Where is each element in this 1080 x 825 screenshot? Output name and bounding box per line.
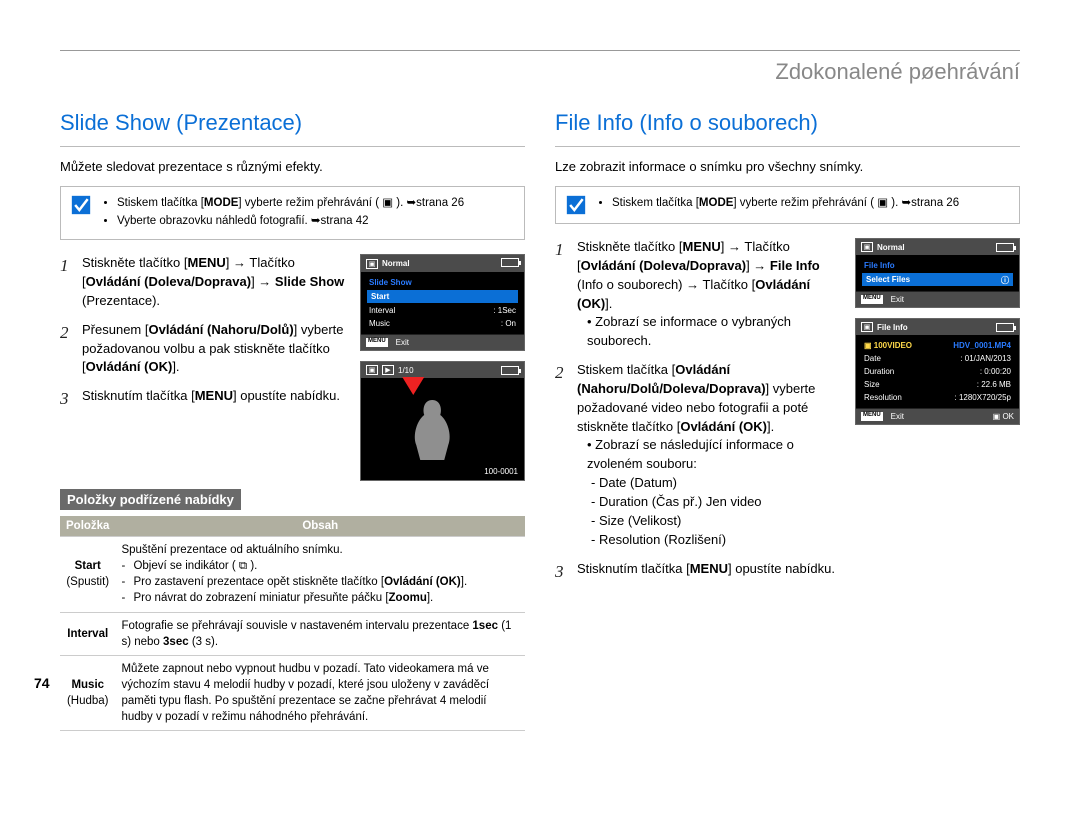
- battery-icon: [996, 323, 1014, 332]
- note-item: Vyberte obrazovku náhledů fotografií. ➥s…: [117, 213, 464, 229]
- step-number: 1: [60, 254, 69, 279]
- list-item: Size (Velikost): [591, 512, 843, 531]
- intro-text: Můžete sledovat prezentace s různými efe…: [60, 159, 525, 174]
- cam-menu-item: Start: [367, 290, 518, 303]
- step-number: 2: [60, 321, 69, 346]
- submenu-table: Položka Obsah Start(Spustit)Spuštění pre…: [60, 516, 525, 731]
- step-number: 3: [60, 387, 69, 412]
- page-number: 74: [34, 675, 50, 691]
- folder: ▣ 100VIDEO: [864, 341, 912, 350]
- photo-mode-icon: ▣: [366, 259, 378, 269]
- left-column: Slide Show (Prezentace) Můžete sledovat …: [60, 110, 525, 731]
- exit-label: Exit: [396, 338, 409, 347]
- check-icon: [71, 195, 91, 215]
- info-row: Duration: 0:00:20: [862, 365, 1013, 378]
- note-box: Stiskem tlačítka [MODE] vyberte režim př…: [60, 186, 525, 240]
- step-number: 1: [555, 238, 564, 263]
- table-row: Music(Hudba)Můžete zapnout nebo vypnout …: [60, 655, 525, 730]
- table-row: IntervalFotografie se přehrávají souvisl…: [60, 612, 525, 655]
- list-item: Objeví se indikátor ( ⧉ ).: [121, 558, 519, 574]
- counter: 1/10: [398, 366, 414, 375]
- top-divider: [60, 50, 1020, 51]
- play-triangle-icon: [402, 377, 424, 395]
- cam-menu-item: Select Filesⓘ: [862, 273, 1013, 286]
- exit-label: Exit: [891, 412, 904, 421]
- row-desc: Fotografie se přehrávají souvisle v nast…: [115, 612, 525, 655]
- step: 3Stisknutím tlačítka [MENU] opustíte nab…: [555, 560, 843, 579]
- cam-menu-item: Interval: 1Sec: [367, 304, 518, 317]
- list-item: Pro návrat do zobrazení miniatur přesuňt…: [121, 590, 519, 606]
- silhouette-icon: [402, 375, 484, 467]
- exit-label: Exit: [891, 295, 904, 304]
- file-number: 100-0001: [484, 467, 518, 476]
- step: 2Stiskem tlačítka [Ovládání (Nahoru/Dolů…: [555, 361, 843, 549]
- video-mode-icon: ▣: [861, 242, 873, 252]
- info-row: Resolution: 1280X720/25p: [862, 391, 1013, 404]
- row-name: Interval: [60, 612, 115, 655]
- list-item: Pro zastavení prezentace opět stiskněte …: [121, 574, 519, 590]
- cam-title: Normal: [382, 259, 410, 268]
- table-row: Start(Spustit)Spuštění prezentace od akt…: [60, 537, 525, 612]
- divider: [60, 146, 525, 147]
- cam-menu-item: Music: On: [367, 317, 518, 330]
- check-icon: [566, 195, 586, 215]
- th-item: Položka: [60, 516, 115, 537]
- row-desc: Spuštění prezentace od aktuálního snímku…: [115, 537, 525, 612]
- submenu-header: Položky podřízené nabídky: [60, 489, 241, 510]
- camera-menu-slideshow: ▣ Normal Slide ShowStartInterval: 1SecMus…: [360, 254, 525, 351]
- filename: HDV_0001.MP4: [953, 341, 1011, 350]
- ok-label: OK: [1002, 412, 1014, 421]
- battery-icon: [996, 243, 1014, 252]
- right-column: File Info (Info o souborech) Lze zobrazi…: [555, 110, 1020, 731]
- info-row: Date: 01/JAN/2013: [862, 352, 1013, 365]
- row-name: Start(Spustit): [60, 537, 115, 612]
- battery-icon: [501, 258, 519, 267]
- cam-menu-item: Slide Show: [367, 276, 518, 289]
- intro-text: Lze zobrazit informace o snímku pro všec…: [555, 159, 1020, 174]
- step-sub: Zobrazí se informace o vybraných soubore…: [577, 313, 843, 351]
- step-sub: Zobrazí se následující informace o zvole…: [577, 436, 843, 474]
- note-box: Stiskem tlačítka [MODE] vyberte režim př…: [555, 186, 1020, 224]
- battery-icon: [501, 366, 519, 375]
- list-item: Resolution (Rozlišení): [591, 531, 843, 550]
- note-item: Stiskem tlačítka [MODE] vyberte režim př…: [612, 195, 959, 211]
- menu-badge: MENU: [861, 412, 883, 421]
- step: 2Přesunem [Ovládání (Nahoru/Dolů)] vyber…: [60, 321, 348, 378]
- note-item: Stiskem tlačítka [MODE] vyberte režim př…: [117, 195, 464, 211]
- step-number: 3: [555, 560, 564, 585]
- slideshow-icon: ▶: [382, 365, 394, 375]
- list-item: Date (Datum): [591, 474, 843, 493]
- cam-title: File Info: [877, 323, 908, 332]
- photo-mode-icon: ▣: [366, 365, 378, 375]
- step-number: 2: [555, 361, 564, 386]
- menu-badge: MENU: [861, 295, 883, 304]
- divider: [555, 146, 1020, 147]
- camera-menu-fileinfo: ▣ Normal File InfoSelect Filesⓘ MENU Exit: [855, 238, 1020, 308]
- step: 3Stisknutím tlačítka [MENU] opustíte nab…: [60, 387, 348, 406]
- info-row: Size: 22.6 MB: [862, 378, 1013, 391]
- chapter-title: Zdokonalené pøehrávání: [60, 59, 1020, 85]
- camera-preview: ▣ ▶ 1/10 100-0001: [360, 361, 525, 481]
- step: 1Stiskněte tlačítko [MENU] → Tlačítko [O…: [60, 254, 348, 311]
- info-mode-icon: ▣: [861, 322, 873, 332]
- th-desc: Obsah: [115, 516, 525, 537]
- row-name: Music(Hudba): [60, 655, 115, 730]
- section-file-info: File Info (Info o souborech): [555, 110, 1020, 136]
- cam-title: Normal: [877, 243, 905, 252]
- row-desc: Můžete zapnout nebo vypnout hudbu v poza…: [115, 655, 525, 730]
- list-item: Duration (Čas př.) Jen video: [591, 493, 843, 512]
- step: 1Stiskněte tlačítko [MENU] → Tlačítko [O…: [555, 238, 843, 351]
- camera-fileinfo-detail: ▣ File Info ▣ 100VIDEO HDV_0001.MP4 Date: …: [855, 318, 1020, 425]
- menu-badge: MENU: [366, 338, 388, 347]
- cam-menu-item: File Info: [862, 259, 1013, 272]
- info-list: Date (Datum)Duration (Čas př.) Jen video…: [577, 474, 843, 549]
- section-slide-show: Slide Show (Prezentace): [60, 110, 525, 136]
